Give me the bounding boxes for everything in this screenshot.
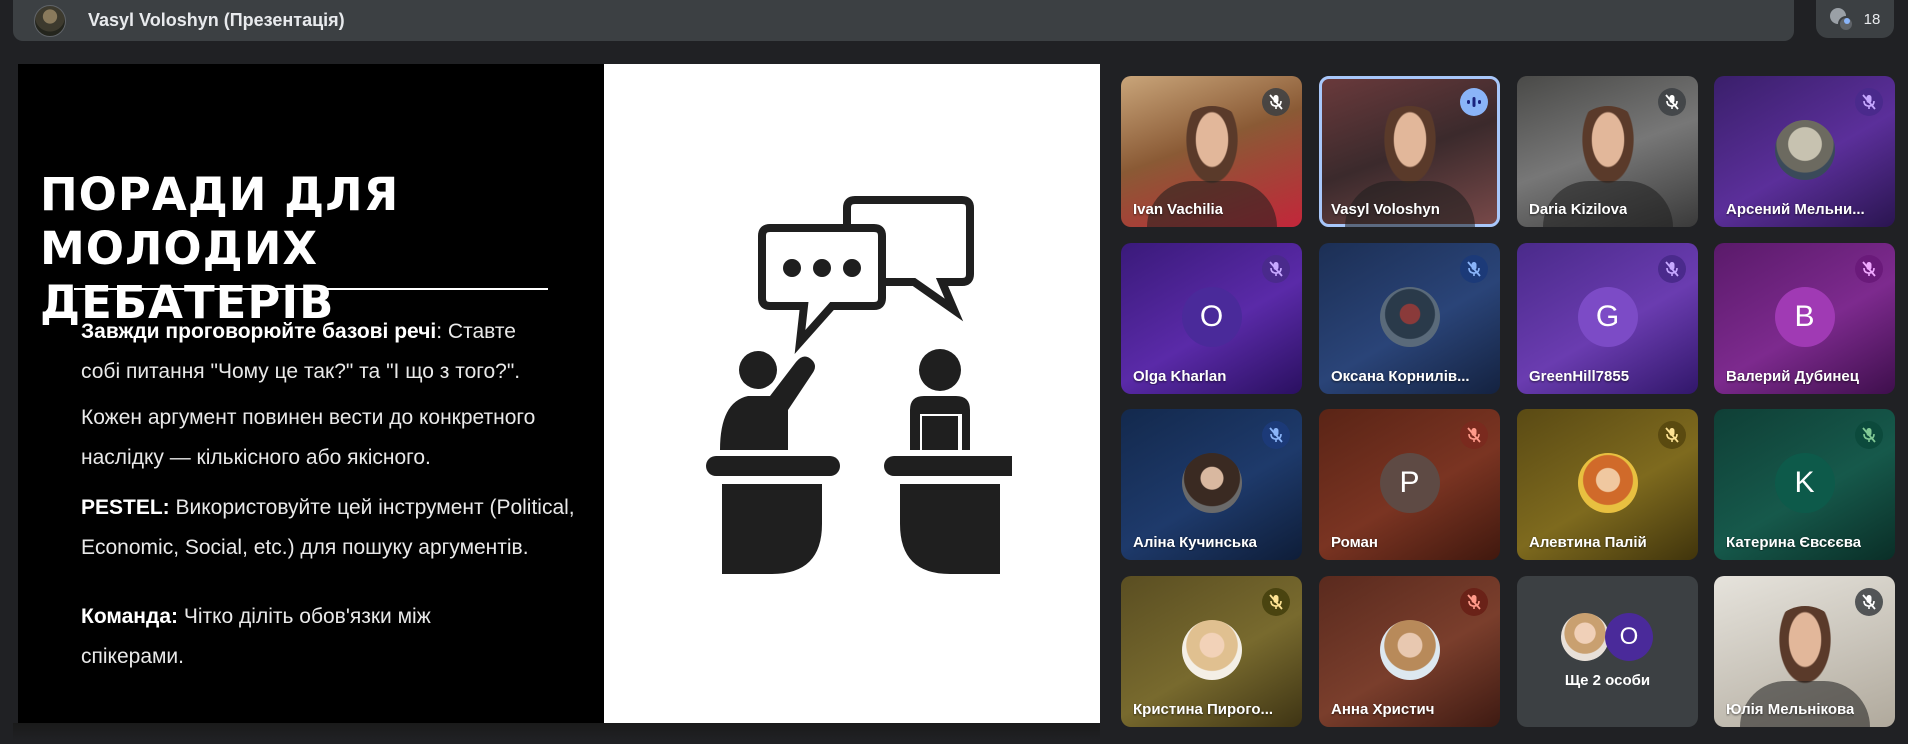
mic-off-icon (1262, 421, 1290, 449)
participant-tile[interactable]: K Катерина Євсєєва (1714, 409, 1895, 560)
participant-tile[interactable]: Кристина Пирого... (1121, 576, 1302, 727)
presenter-bar[interactable]: Vasyl Voloshyn (Презентація) (13, 0, 1794, 41)
mic-off-icon (1855, 421, 1883, 449)
avatar (1379, 287, 1440, 347)
participants-button[interactable]: 18 (1816, 0, 1894, 38)
more-participants-label: Ще 2 особи (1564, 672, 1651, 689)
participant-name: Olga Kharlan (1133, 368, 1227, 385)
more-participants-avatars: O (1561, 613, 1653, 661)
participant-name: Юлія Мельнікова (1726, 701, 1855, 718)
participant-tile[interactable]: Ivan Vachilia (1121, 76, 1302, 227)
slide-tip-3: PESTEL: Використовуйте цей інструмент (P… (81, 496, 575, 559)
avatar: B (1774, 287, 1835, 347)
slide-illustration-panel (604, 64, 1100, 723)
participant-name: Оксана Корнилів... (1331, 368, 1470, 385)
mic-off-icon (1855, 88, 1883, 116)
participant-name: Кристина Пирого... (1133, 701, 1274, 718)
avatar (1561, 613, 1609, 661)
participant-tile[interactable]: Юлія Мельнікова (1714, 576, 1895, 727)
avatar: O (1605, 613, 1653, 661)
speaking-indicator-icon (1460, 88, 1488, 116)
participant-tile[interactable]: P Роман (1319, 409, 1500, 560)
slide-title: ПОРАДИ ДЛЯ МОЛОДИХ ДЕБАТЕРІВ (40, 168, 400, 329)
avatar: P (1379, 453, 1440, 513)
participant-name: Daria Kizilova (1529, 201, 1628, 218)
mic-off-icon (1658, 421, 1686, 449)
participant-name: Vasyl Voloshyn (1331, 201, 1440, 218)
participant-name: Катерина Євсєєва (1726, 534, 1862, 551)
participant-name: Валерий Дубинец (1726, 368, 1859, 385)
participant-tile[interactable]: O Olga Kharlan (1121, 243, 1302, 394)
participant-name: Роман (1331, 534, 1378, 551)
mic-off-icon (1658, 88, 1686, 116)
slide-divider (74, 288, 548, 290)
participant-tile[interactable]: Оксана Корнилів... (1319, 243, 1500, 394)
avatar: G (1577, 287, 1638, 347)
participant-tile[interactable]: G GreenHill7855 (1517, 243, 1698, 394)
avatar (1181, 620, 1242, 680)
avatar: O (1181, 287, 1242, 347)
avatar (1774, 120, 1835, 180)
participant-name: Арсений Мельни... (1726, 201, 1865, 218)
presenter-avatar (34, 4, 66, 37)
avatar (1181, 453, 1242, 513)
slide-text-panel: ПОРАДИ ДЛЯ МОЛОДИХ ДЕБАТЕРІВ Завжди прог… (18, 64, 604, 723)
debate-podium-icon (706, 195, 1012, 574)
mic-off-icon (1658, 255, 1686, 283)
presentation-shadow (13, 723, 1100, 741)
mic-off-icon (1460, 588, 1488, 616)
participant-tile[interactable]: B Валерий Дубинец (1714, 243, 1895, 394)
avatar (1577, 453, 1638, 513)
mic-off-icon (1855, 255, 1883, 283)
presentation-view[interactable]: ПОРАДИ ДЛЯ МОЛОДИХ ДЕБАТЕРІВ Завжди прог… (18, 64, 1100, 723)
slide-tip-1: Завжди проговорюйте базові речі: Ставте … (81, 320, 521, 383)
participant-count: 18 (1863, 10, 1881, 28)
participant-tile[interactable]: Алевтина Палій (1517, 409, 1698, 560)
participant-avatars-icon (1829, 6, 1856, 32)
participant-name: Аліна Кучинська (1133, 534, 1257, 551)
mic-off-icon (1262, 255, 1290, 283)
avatar: K (1774, 453, 1835, 513)
participant-name: Алевтина Палій (1529, 534, 1647, 551)
presenter-title: Vasyl Voloshyn (Презентація) (88, 10, 345, 30)
participant-tile[interactable]: Анна Христич (1319, 576, 1500, 727)
mic-off-icon (1262, 88, 1290, 116)
more-participants-tile[interactable]: O Ще 2 особи (1517, 576, 1698, 727)
mic-off-icon (1460, 421, 1488, 449)
participant-name: GreenHill7855 (1529, 368, 1630, 385)
participant-tile[interactable]: Daria Kizilova (1517, 76, 1698, 227)
participant-tile[interactable]: Арсений Мельни... (1714, 76, 1895, 227)
slide-tip-2: Кожен аргумент повинен вести до конкретн… (81, 406, 536, 469)
mic-off-icon (1262, 588, 1290, 616)
slide-tip-4: Команда: Чітко діліть обов'язки між спік… (81, 605, 431, 668)
participant-tile[interactable]: Аліна Кучинська (1121, 409, 1302, 560)
mic-off-icon (1855, 588, 1883, 616)
participant-name: Ivan Vachilia (1133, 201, 1224, 218)
participant-tile[interactable]: Vasyl Voloshyn (1319, 76, 1500, 227)
participant-name: Анна Христич (1331, 701, 1435, 718)
mic-off-icon (1460, 255, 1488, 283)
avatar (1379, 620, 1440, 680)
